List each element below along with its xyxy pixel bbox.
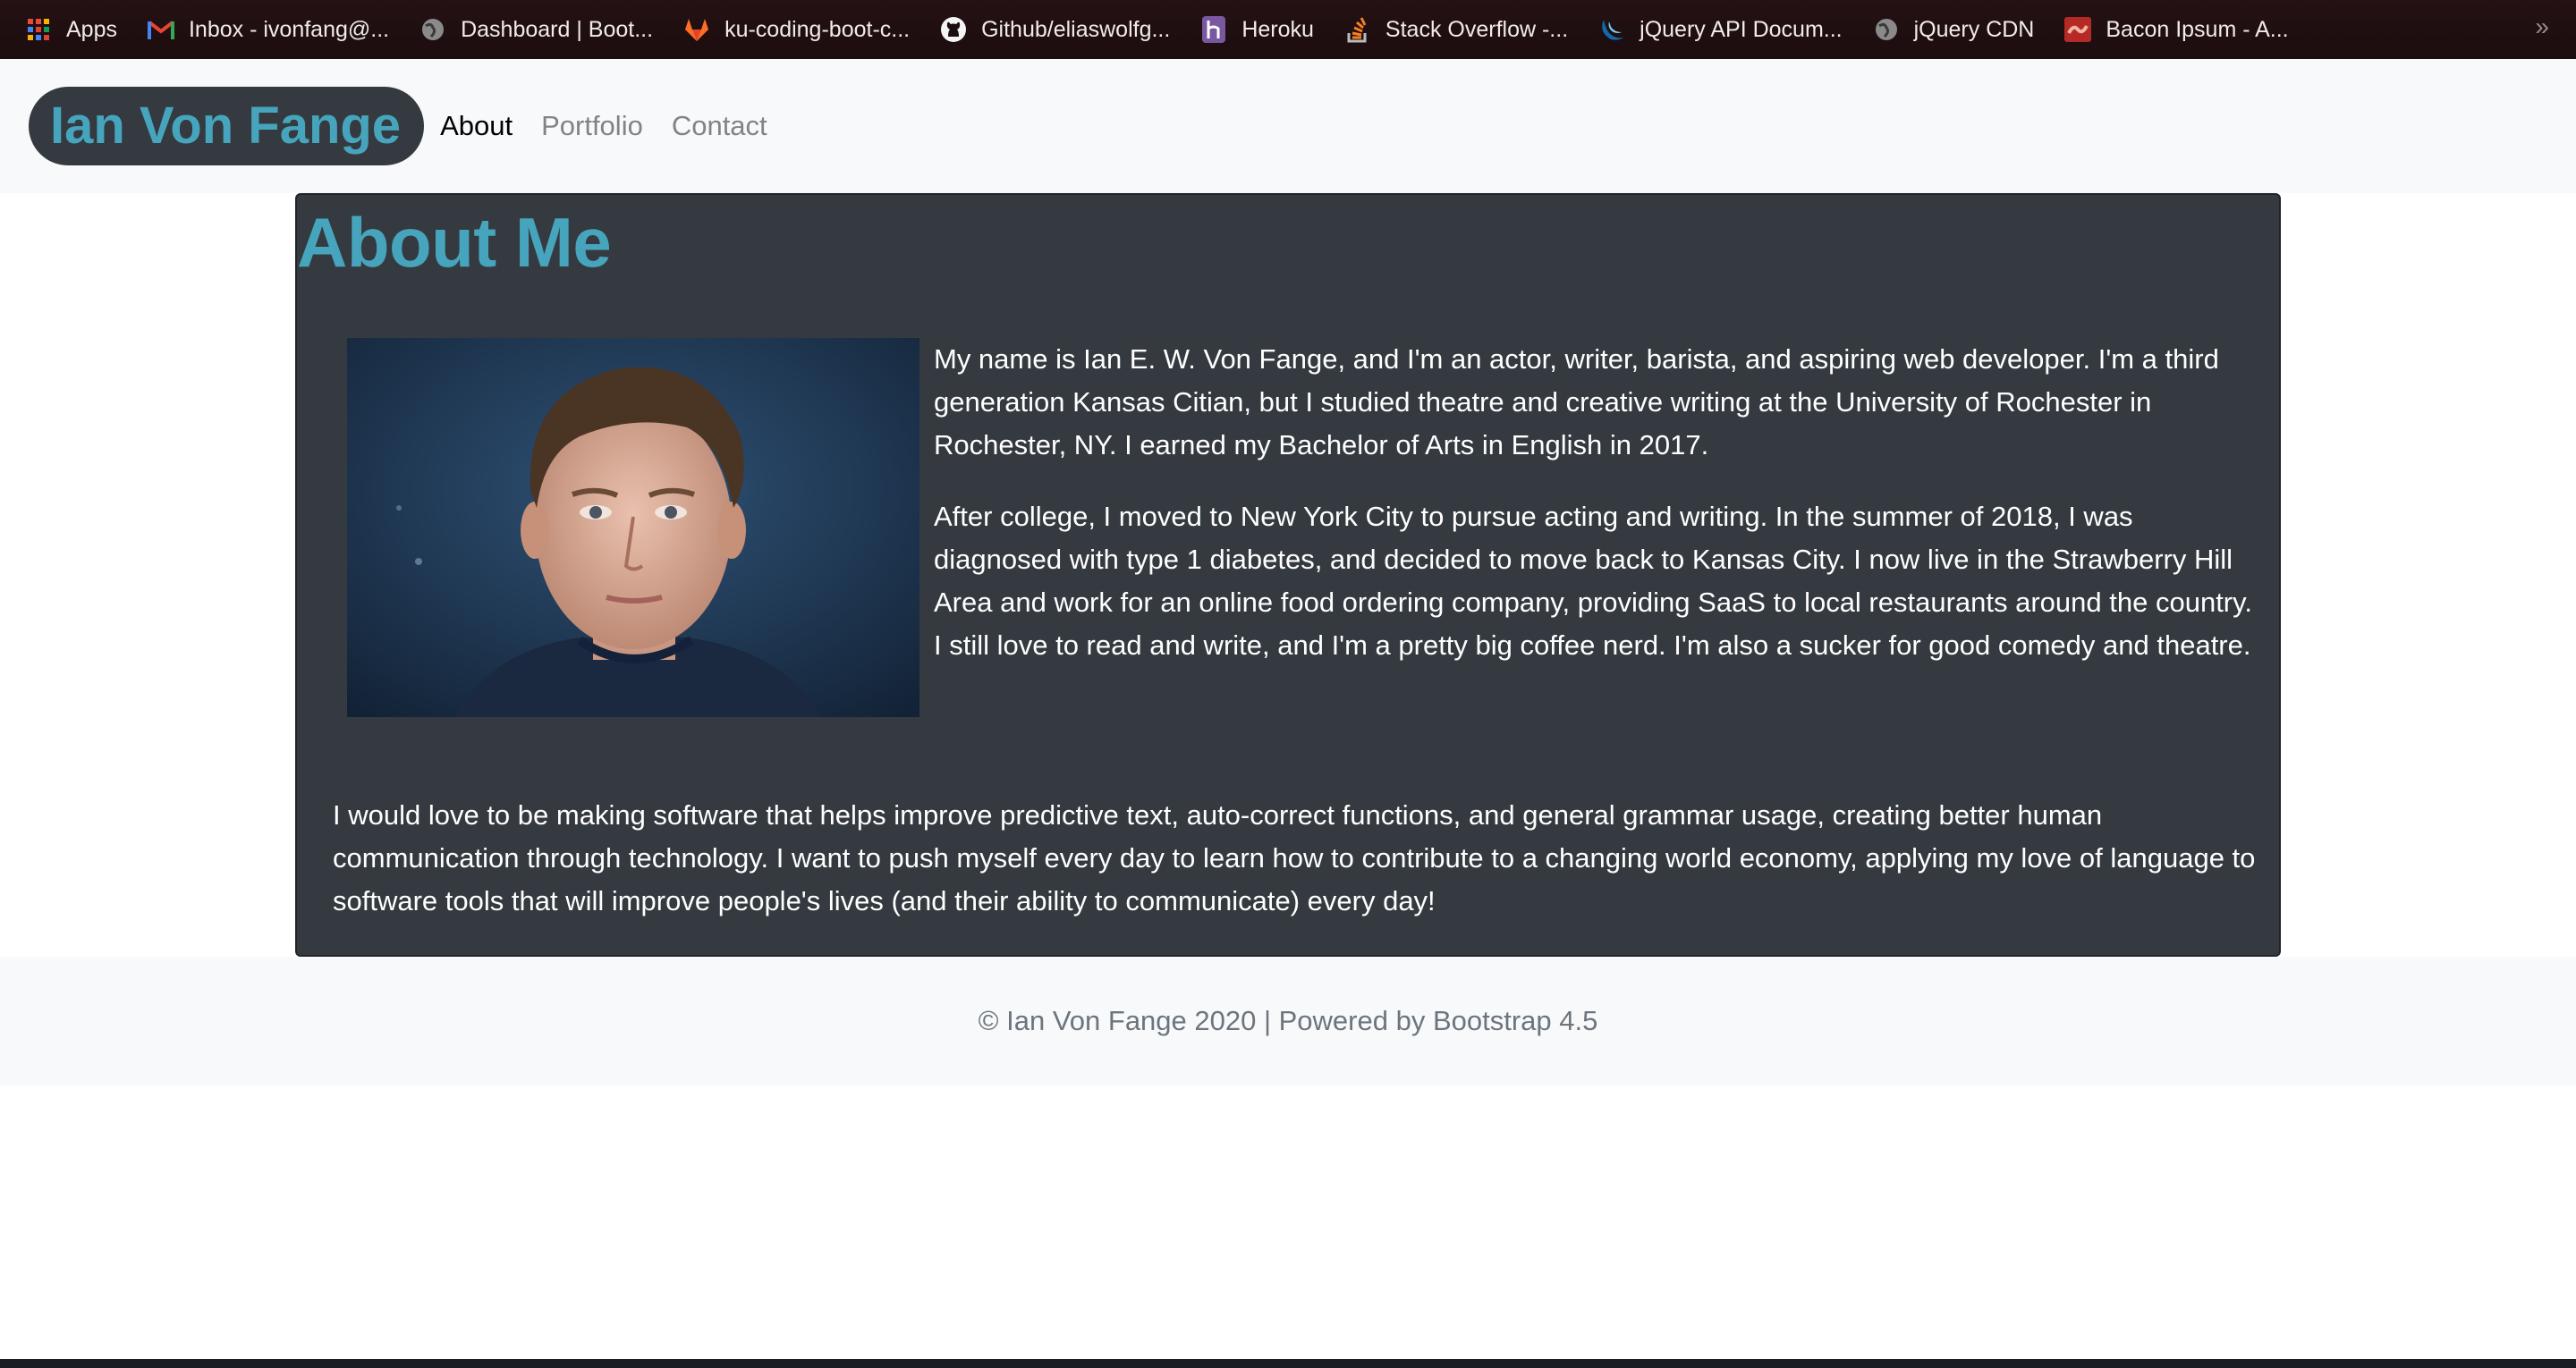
gmail-icon: [147, 16, 174, 43]
globe-icon: [419, 16, 446, 43]
apps-grid-icon: [25, 16, 52, 43]
bottom-divider: [0, 1359, 2576, 1368]
bookmark-jquery-api[interactable]: jQuery API Docum...: [1598, 16, 1843, 43]
bookmark-github[interactable]: Github/eliaswolfg...: [940, 16, 1170, 43]
heroku-icon: [1200, 16, 1227, 43]
footer-text: © Ian Von Fange 2020 | Powered by Bootst…: [978, 1005, 1598, 1036]
bookmark-label: Apps: [66, 16, 117, 42]
about-card: About Me My name is Ian E. W. Von Fange,…: [295, 193, 2281, 957]
bookmark-apps[interactable]: Apps: [25, 16, 117, 43]
site-footer: © Ian Von Fange 2020 | Powered by Bootst…: [0, 957, 2576, 1085]
site-navbar: Ian Von Fange About Portfolio Contact: [0, 59, 2576, 193]
bookmark-label: ku-coding-boot-c...: [724, 16, 911, 42]
bookmark-inbox[interactable]: Inbox - ivonfang@...: [147, 16, 390, 43]
stackoverflow-icon: [1344, 16, 1371, 43]
bookmark-label: jQuery CDN: [1913, 16, 2035, 42]
bookmark-label: Github/eliaswolfg...: [981, 16, 1171, 42]
github-icon: [940, 16, 967, 43]
nav-link-portfolio[interactable]: Portfolio: [541, 110, 643, 142]
nav-link-about[interactable]: About: [440, 110, 513, 142]
brand-logo[interactable]: Ian Von Fange: [29, 87, 425, 165]
bookmarks-overflow-chevron-icon[interactable]: »: [2535, 13, 2549, 41]
profile-photo: [347, 338, 919, 717]
bookmark-label: Dashboard | Boot...: [461, 16, 654, 42]
bacon-icon: [2064, 16, 2092, 43]
bookmark-jquery-cdn[interactable]: jQuery CDN: [1873, 16, 2035, 43]
about-paragraph-2: After college, I moved to New York City …: [934, 501, 2252, 661]
nav-link-contact[interactable]: Contact: [672, 110, 767, 142]
bookmarks-bar: Apps Inbox - ivonfang@... Dashboard | Bo…: [0, 0, 2576, 59]
bookmark-label: Stack Overflow -...: [1385, 16, 1569, 42]
page-title: About Me: [297, 203, 612, 282]
bookmark-stackoverflow[interactable]: Stack Overflow -...: [1344, 16, 1568, 43]
jquery-icon: [1598, 16, 1625, 43]
bookmark-heroku[interactable]: Heroku: [1200, 16, 1314, 43]
bookmark-label: Bacon Ipsum - A...: [2106, 16, 2289, 42]
gitlab-icon: [683, 16, 710, 43]
globe-icon: [1873, 16, 1900, 43]
bookmark-dashboard[interactable]: Dashboard | Boot...: [419, 16, 653, 43]
bookmark-bacon-ipsum[interactable]: Bacon Ipsum - A...: [2064, 16, 2289, 43]
about-paragraph-3: I would love to be making software that …: [333, 799, 2256, 916]
bookmark-label: jQuery API Docum...: [1640, 16, 1843, 42]
bookmark-label: Heroku: [1241, 16, 1314, 42]
about-paragraph-1: My name is Ian E. W. Von Fange, and I'm …: [934, 343, 2219, 460]
bookmark-label: Inbox - ivonfang@...: [188, 16, 390, 42]
bookmark-gitlab[interactable]: ku-coding-boot-c...: [683, 16, 910, 43]
